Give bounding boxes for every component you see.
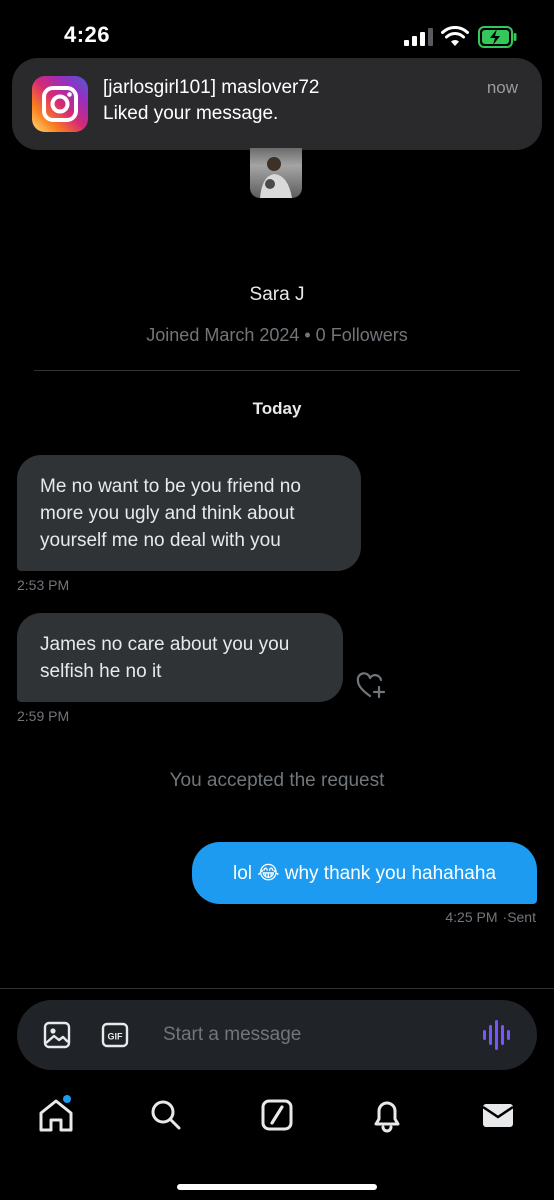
sent-message-meta: 4:25 PM ·Sent <box>445 909 536 925</box>
composer-divider <box>0 988 554 989</box>
profile-meta: Joined March 2024 • 0 Followers <box>146 325 408 345</box>
message-input[interactable] <box>163 1017 463 1053</box>
received-message[interactable]: Me no want to be you friend no more you … <box>17 455 361 571</box>
cellular-signal-icon <box>404 28 433 46</box>
message-timestamp: 4:25 PM <box>445 909 498 925</box>
bell-icon[interactable] <box>367 1095 407 1135</box>
profile-avatar[interactable] <box>250 148 302 198</box>
received-message[interactable]: James no care about you you selfish he n… <box>17 613 343 702</box>
notification-title: [jarlosgirl101] maslover72 <box>103 77 320 98</box>
sent-message[interactable]: lol 😂 why thank you hahahaha <box>192 842 537 904</box>
voice-message-icon[interactable] <box>481 1018 513 1052</box>
message-status: Sent <box>507 909 536 925</box>
instagram-notification[interactable]: [jarlosgirl101] maslover72 Liked your me… <box>12 58 542 150</box>
day-label: Today <box>252 399 302 418</box>
notification-body: Liked your message. <box>103 103 279 124</box>
svg-text:GIF: GIF <box>108 1032 124 1042</box>
home-icon[interactable] <box>36 1095 76 1135</box>
message-timestamp: 2:53 PM <box>17 577 70 593</box>
wifi-icon <box>441 26 469 46</box>
profile-name[interactable]: Sara J <box>0 284 554 306</box>
divider <box>34 370 520 371</box>
message-timestamp: 2:59 PM <box>17 708 70 724</box>
image-icon[interactable] <box>42 1020 72 1050</box>
battery-charging-icon <box>478 26 517 48</box>
status-time: 4:26 <box>64 22 111 47</box>
instagram-icon <box>32 76 88 132</box>
system-message: You accepted the request <box>169 770 385 791</box>
notification-time: now <box>486 78 518 97</box>
message-composer: GIF <box>17 1000 537 1070</box>
search-icon[interactable] <box>146 1095 186 1135</box>
home-indicator <box>177 1184 377 1190</box>
mail-icon[interactable] <box>478 1095 518 1135</box>
grok-icon[interactable] <box>257 1095 297 1135</box>
add-reaction-heart-icon[interactable] <box>356 672 386 700</box>
gif-icon[interactable]: GIF <box>100 1020 130 1050</box>
